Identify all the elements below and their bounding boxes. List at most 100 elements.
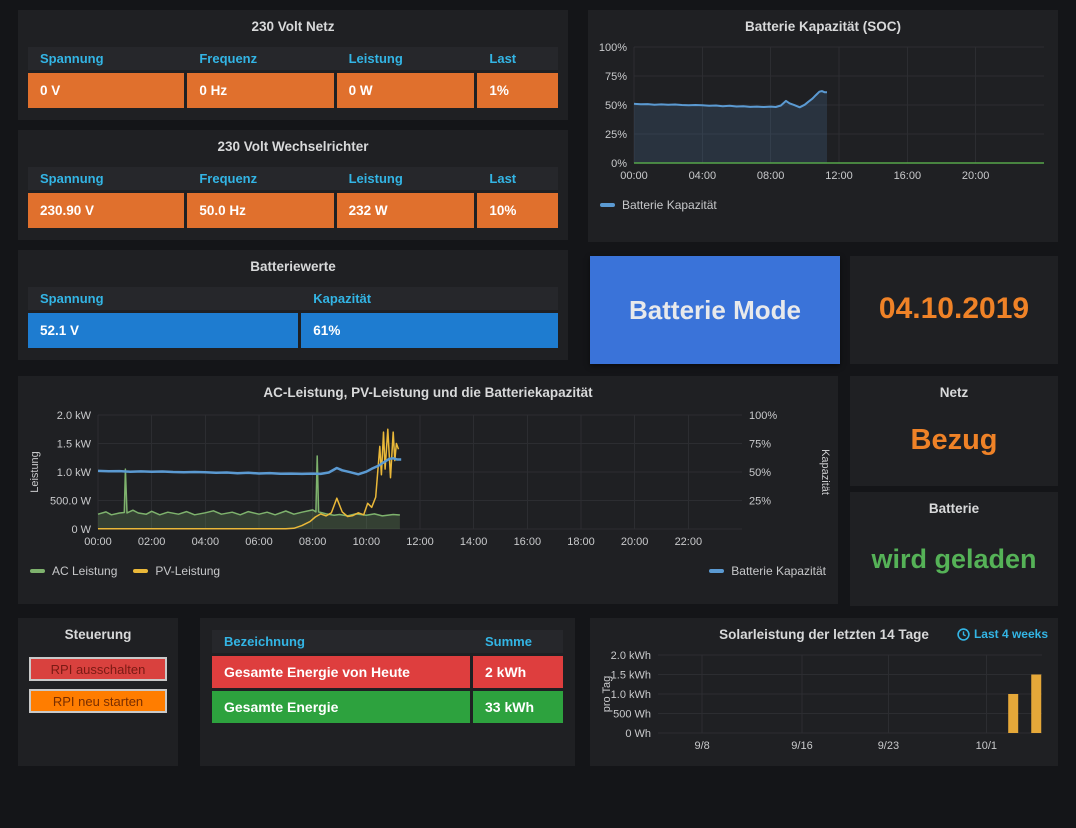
- panel-energy-table: Bezeichnung Summe Gesamte Energie von He…: [200, 618, 575, 766]
- series-color-chip: [30, 569, 45, 573]
- power-legend: AC Leistung PV-Leistung Batterie Kapazit…: [18, 562, 838, 580]
- col-header-leistung: Leistung: [337, 47, 475, 70]
- panel-title[interactable]: Batterie Kapazität (SOC): [588, 10, 1058, 41]
- rpi-restart-button[interactable]: RPI neu starten: [29, 689, 167, 713]
- panel-title[interactable]: Netz: [850, 376, 1058, 407]
- col-header-last: Last: [477, 47, 558, 70]
- svg-text:22:00: 22:00: [675, 536, 703, 548]
- svg-text:0%: 0%: [611, 158, 627, 170]
- grid-load-value: 1%: [477, 73, 558, 108]
- battery-voltage-value: 52.1 V: [28, 313, 298, 348]
- svg-text:Kapazität: Kapazität: [819, 449, 830, 495]
- panel-230v-netz: 230 Volt Netz Spannung Frequenz Leistung…: [18, 10, 568, 120]
- energy-table: Bezeichnung Summe Gesamte Energie von He…: [212, 630, 563, 723]
- series-color-chip: [600, 203, 615, 207]
- col-header-kapazitaet: Kapazität: [301, 287, 558, 310]
- inverter-table: Spannung Frequenz Leistung Last 230.90 V…: [28, 167, 558, 228]
- legend-item-pv-leistung[interactable]: PV-Leistung: [133, 564, 220, 578]
- soc-chart: 0%25%50%75%100%00:0004:0008:0012:0016:00…: [596, 41, 1050, 191]
- svg-text:04:00: 04:00: [689, 170, 717, 182]
- svg-text:08:00: 08:00: [299, 536, 327, 548]
- col-header-bezeichnung: Bezeichnung: [212, 630, 470, 653]
- solar-chart: 0 Wh500 Wh1.0 kWh1.5 kWh2.0 kWh9/89/169/…: [598, 649, 1050, 761]
- energy-today-value: 2 kWh: [473, 656, 563, 688]
- svg-text:1.0 kWh: 1.0 kWh: [611, 689, 651, 701]
- panel-230v-wechselrichter: 230 Volt Wechselrichter Spannung Frequen…: [18, 130, 568, 240]
- svg-text:2.0 kWh: 2.0 kWh: [611, 650, 651, 662]
- svg-text:1.5 kW: 1.5 kW: [57, 439, 92, 451]
- inverter-voltage-value: 230.90 V: [28, 193, 184, 228]
- panel-title[interactable]: 230 Volt Netz: [18, 10, 568, 41]
- inverter-power-value: 232 W: [337, 193, 475, 228]
- batterie-status-value: wird geladen: [850, 544, 1058, 575]
- panel-title[interactable]: Batteriewerte: [18, 250, 568, 281]
- grid-frequency-value: 0 Hz: [187, 73, 333, 108]
- svg-text:12:00: 12:00: [406, 536, 434, 548]
- energy-today-label: Gesamte Energie von Heute: [212, 656, 470, 688]
- panel-title[interactable]: Steuerung: [18, 618, 178, 649]
- energy-total-value: 33 kWh: [473, 691, 563, 723]
- svg-text:50%: 50%: [749, 467, 771, 479]
- legend-item-ac-leistung[interactable]: AC Leistung: [30, 564, 117, 578]
- svg-text:pro Tag: pro Tag: [601, 676, 613, 713]
- panel-steuerung: Steuerung RPI ausschalten RPI neu starte…: [18, 618, 178, 766]
- svg-text:2.0 kW: 2.0 kW: [57, 410, 92, 422]
- time-range-picker[interactable]: Last 4 weeks: [957, 627, 1048, 641]
- batterie-mode-button[interactable]: Batterie Mode: [590, 256, 840, 364]
- panel-solar-chart: Solarleistung der letzten 14 Tage Last 4…: [590, 618, 1058, 766]
- svg-text:20:00: 20:00: [621, 536, 649, 548]
- svg-text:75%: 75%: [749, 439, 771, 451]
- grid-power-value: 0 W: [337, 73, 475, 108]
- svg-text:500.0 W: 500.0 W: [50, 496, 92, 508]
- svg-text:25%: 25%: [605, 129, 627, 141]
- panel-power-chart: AC-Leistung, PV-Leistung und die Batteri…: [18, 376, 838, 604]
- legend-item-batterie-kapazitaet[interactable]: Batterie Kapazität: [709, 564, 826, 578]
- panel-soc-chart: Batterie Kapazität (SOC) 0%25%50%75%100%…: [588, 10, 1058, 242]
- svg-text:04:00: 04:00: [192, 536, 220, 548]
- svg-text:16:00: 16:00: [894, 170, 922, 182]
- legend-item-batterie-kapazitaet[interactable]: Batterie Kapazität: [600, 198, 717, 212]
- svg-text:06:00: 06:00: [245, 536, 273, 548]
- grid-voltage-value: 0 V: [28, 73, 184, 108]
- battery-capacity-value: 61%: [301, 313, 558, 348]
- series-color-chip: [133, 569, 148, 573]
- svg-text:0 W: 0 W: [71, 524, 91, 536]
- svg-text:0 Wh: 0 Wh: [625, 728, 651, 740]
- svg-text:75%: 75%: [605, 71, 627, 83]
- col-header-leistung: Leistung: [337, 167, 475, 190]
- col-header-summe: Summe: [473, 630, 563, 653]
- col-header-frequenz: Frequenz: [187, 167, 333, 190]
- inverter-load-value: 10%: [477, 193, 558, 228]
- panel-netz-status: Netz Bezug: [850, 376, 1058, 486]
- svg-text:10:00: 10:00: [353, 536, 381, 548]
- svg-text:00:00: 00:00: [620, 170, 648, 182]
- svg-text:18:00: 18:00: [567, 536, 595, 548]
- panel-batterie-status: Batterie wird geladen: [850, 492, 1058, 606]
- svg-text:00:00: 00:00: [84, 536, 112, 548]
- svg-text:100%: 100%: [749, 410, 777, 422]
- battery-table: Spannung Kapazität 52.1 V 61%: [28, 287, 558, 348]
- col-header-last: Last: [477, 167, 558, 190]
- table-row: Gesamte Energie 33 kWh: [212, 691, 563, 723]
- svg-text:50%: 50%: [605, 100, 627, 112]
- panel-title[interactable]: AC-Leistung, PV-Leistung und die Batteri…: [18, 376, 838, 407]
- netz-status-value: Bezug: [850, 424, 1058, 457]
- clock-icon: [957, 628, 970, 641]
- power-chart: 0 W 500.0 W 1.0 kW 1.5 kW 2.0 kW 25% 50% 75% 100…: [26, 407, 830, 557]
- svg-text:12:00: 12:00: [825, 170, 853, 182]
- col-header-spannung: Spannung: [28, 167, 184, 190]
- svg-text:Leistung: Leistung: [29, 451, 41, 493]
- panel-title[interactable]: 230 Volt Wechselrichter: [18, 130, 568, 161]
- svg-text:08:00: 08:00: [757, 170, 785, 182]
- svg-text:10/1: 10/1: [976, 740, 997, 752]
- col-header-frequenz: Frequenz: [187, 47, 333, 70]
- date-value: 04.10.2019: [850, 292, 1058, 326]
- grid-table: Spannung Frequenz Leistung Last 0 V 0 Hz…: [28, 47, 558, 108]
- rpi-shutdown-button[interactable]: RPI ausschalten: [29, 657, 167, 681]
- svg-text:500 Wh: 500 Wh: [613, 709, 651, 721]
- panel-title[interactable]: Batterie: [850, 492, 1058, 523]
- svg-text:1.5 kWh: 1.5 kWh: [611, 670, 651, 682]
- panel-date: 04.10.2019: [850, 256, 1058, 364]
- svg-text:25%: 25%: [749, 496, 771, 508]
- svg-text:1.0 kW: 1.0 kW: [57, 467, 92, 479]
